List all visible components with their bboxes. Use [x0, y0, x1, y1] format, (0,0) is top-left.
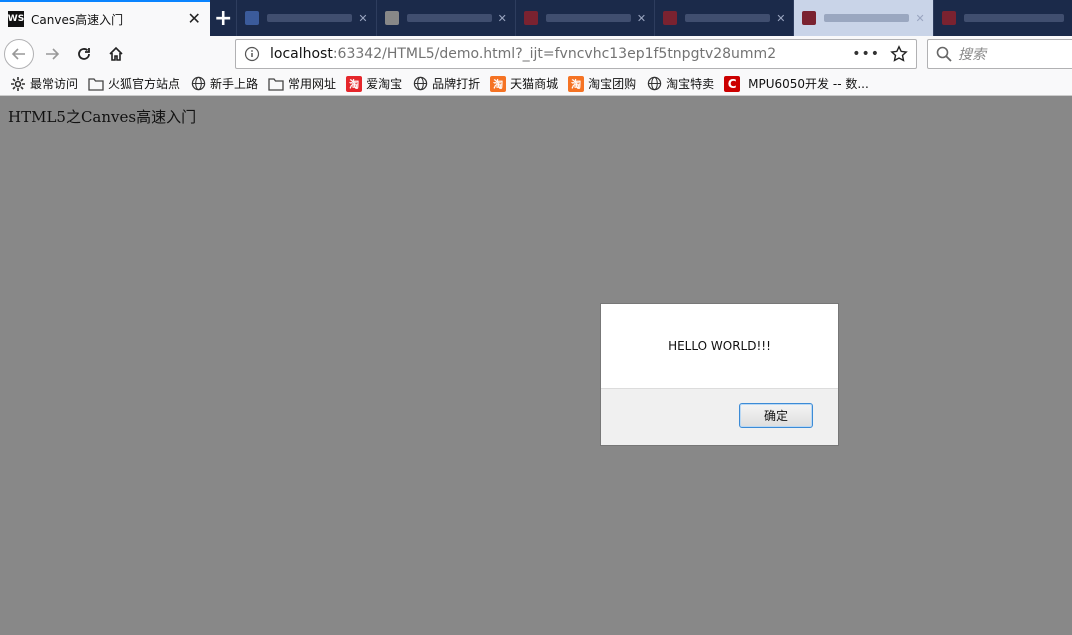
tab-title-blurred — [824, 14, 910, 22]
tab-title-blurred — [685, 14, 771, 22]
tab-title: Canves高速入门 — [31, 12, 124, 27]
tab-title-blurred — [545, 14, 631, 22]
dialog-message: HELLO WORLD!!! — [668, 339, 771, 353]
dialog-footer: 确定 — [601, 389, 838, 445]
globe-icon — [190, 76, 206, 92]
bookmark-mpu6050[interactable]: C MPU6050开发 -- 数... — [724, 75, 869, 92]
tab-strip: WS Canves高速入门 ✕ + ✕ ✕ ✕ ✕ ✕ — [0, 0, 1072, 36]
globe-icon — [646, 76, 662, 92]
forward-arrow-icon — [46, 48, 60, 60]
reload-icon — [78, 48, 90, 60]
search-placeholder: 搜索 — [958, 47, 986, 63]
csdn-icon: C — [724, 75, 741, 92]
dialog-message-area: HELLO WORLD!!! — [601, 304, 838, 389]
bookmark-taobao-group[interactable]: 淘 淘宝团购 — [568, 75, 636, 92]
bookmarks-toolbar: 最常访问 火狐官方站点 新手上路 常用网址 淘 爱淘宝 品牌打折 淘 天猫商城 … — [0, 72, 1072, 96]
bookmark-label: 品牌打折 — [432, 77, 481, 91]
bookmark-label: 火狐官方站点 — [108, 77, 181, 91]
csdn-icon — [802, 11, 817, 25]
bookmark-label: 淘宝特卖 — [666, 77, 715, 91]
tab-title-blurred — [406, 14, 492, 22]
home-button[interactable] — [102, 40, 130, 68]
folder-icon — [268, 76, 284, 92]
tab-active[interactable]: WS Canves高速入门 ✕ — [0, 0, 211, 36]
close-icon[interactable]: ✕ — [186, 11, 202, 27]
favicon-icon — [384, 11, 399, 25]
search-bar[interactable]: 搜索 — [927, 39, 1072, 69]
globe-icon — [412, 76, 428, 92]
info-icon[interactable] — [244, 46, 260, 62]
bookmark-taobao-sale[interactable]: 淘宝特卖 — [646, 75, 714, 92]
search-icon — [936, 46, 952, 62]
url-bar[interactable]: localhost:63342/HTML5/demo.html?_ijt=fvn… — [235, 39, 917, 69]
tab-title-blurred — [963, 14, 1064, 22]
bookmark-label: 新手上路 — [210, 77, 259, 91]
bookmark-label: 天猫商城 — [510, 77, 559, 91]
tab-background[interactable]: ✕ — [236, 0, 375, 36]
page-actions-icon[interactable]: ••• — [852, 46, 880, 62]
url-text[interactable]: localhost:63342/HTML5/demo.html?_ijt=fvn… — [270, 46, 852, 62]
bookmark-common-sites[interactable]: 常用网址 — [268, 75, 336, 92]
ok-button[interactable]: 确定 — [739, 403, 813, 428]
csdn-icon — [663, 11, 678, 25]
bookmark-firefox-official[interactable]: 火狐官方站点 — [88, 75, 180, 92]
bookmark-label: 最常访问 — [30, 77, 79, 91]
bookmark-label: MPU6050开发 -- 数... — [748, 77, 869, 91]
back-arrow-icon — [11, 48, 25, 60]
back-button[interactable] — [4, 39, 34, 69]
tab-background[interactable]: ✕ — [375, 0, 515, 36]
bookmark-label: 淘宝团购 — [588, 77, 637, 91]
close-icon[interactable]: ✕ — [498, 12, 507, 25]
plus-icon: + — [214, 5, 233, 31]
bookmark-star-icon[interactable] — [890, 45, 908, 63]
url-path: :63342/HTML5/demo.html?_ijt=fvncvhc13ep1… — [332, 46, 777, 62]
favicon-icon — [245, 11, 260, 25]
csdn-icon — [941, 11, 956, 25]
tmall-icon: 淘 — [490, 75, 507, 92]
gear-icon — [10, 76, 26, 92]
url-host: localhost — [270, 46, 333, 62]
bookmark-tmall[interactable]: 淘 天猫商城 — [490, 75, 558, 92]
folder-icon — [88, 76, 104, 92]
page-content: HTML5之Canves高速入门 HELLO WORLD!!! 确定 — [0, 96, 1072, 635]
bookmark-most-visited[interactable]: 最常访问 — [10, 75, 78, 92]
tab-title-blurred — [267, 14, 353, 22]
bookmark-getting-started[interactable]: 新手上路 — [190, 75, 258, 92]
new-tab-button[interactable]: + — [210, 0, 236, 36]
home-icon — [109, 46, 123, 61]
bookmark-ai-taobao[interactable]: 淘 爱淘宝 — [346, 75, 402, 92]
bookmark-label: 爱淘宝 — [366, 77, 403, 91]
navigation-bar: localhost:63342/HTML5/demo.html?_ijt=fvn… — [0, 36, 1072, 72]
tab-background[interactable] — [932, 0, 1072, 36]
tab-background[interactable]: ✕ — [793, 0, 933, 36]
close-icon[interactable]: ✕ — [358, 12, 367, 25]
page-heading: HTML5之Canves高速入门 — [8, 108, 197, 126]
forward-button[interactable] — [38, 40, 66, 68]
reload-button[interactable] — [70, 40, 98, 68]
taobao-icon: 淘 — [568, 75, 585, 92]
bookmark-brand-discount[interactable]: 品牌打折 — [412, 75, 480, 92]
bookmark-label: 常用网址 — [288, 77, 337, 91]
close-icon[interactable]: ✕ — [776, 12, 785, 25]
csdn-icon — [523, 11, 538, 25]
taobao-icon: 淘 — [346, 75, 363, 92]
close-icon[interactable]: ✕ — [637, 12, 646, 25]
alert-dialog: HELLO WORLD!!! 确定 — [600, 303, 839, 446]
tab-background[interactable]: ✕ — [654, 0, 793, 36]
tab-background[interactable]: ✕ — [514, 0, 654, 36]
close-icon[interactable]: ✕ — [915, 12, 924, 25]
webstorm-icon: WS — [8, 11, 24, 27]
